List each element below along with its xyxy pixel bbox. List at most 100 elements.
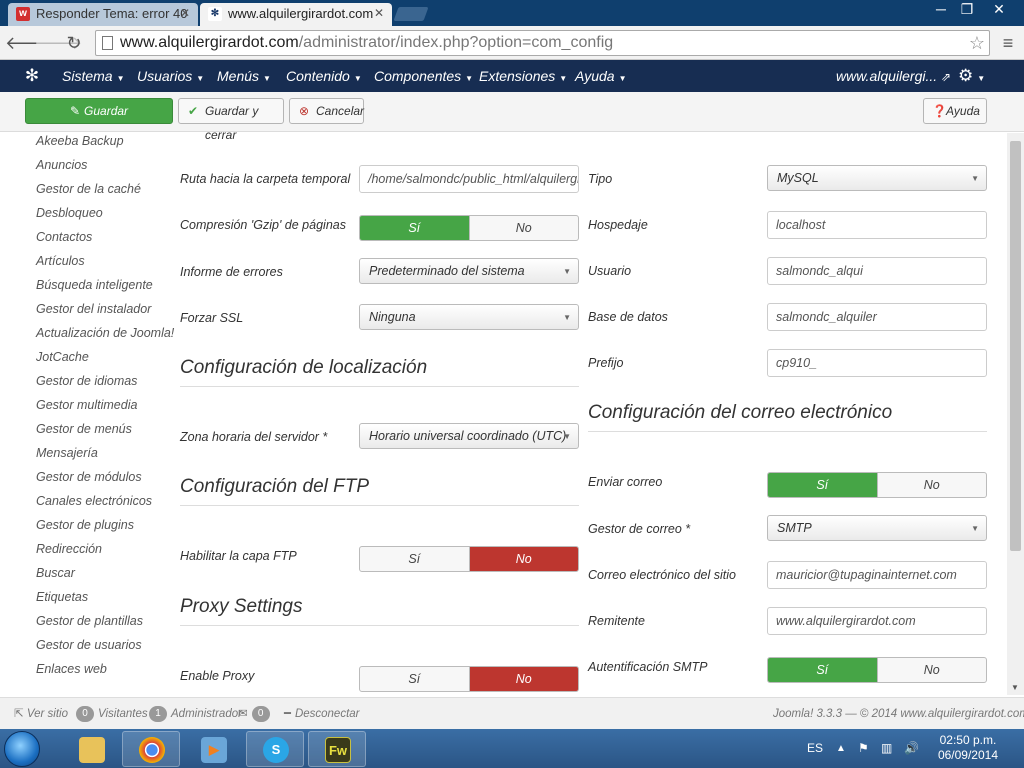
close-window-icon[interactable]: ✕: [984, 0, 1014, 20]
sidebar-item-plugins[interactable]: Gestor de plugins: [36, 517, 176, 541]
mailer-select[interactable]: SMTP ▼: [767, 515, 987, 541]
sidebar-item-modulos[interactable]: Gestor de módulos: [36, 469, 176, 493]
minimize-icon[interactable]: ─: [928, 0, 954, 20]
menu-sistema[interactable]: Sistema ▼: [62, 60, 125, 92]
menu-contenido[interactable]: Contenido ▼: [286, 60, 362, 92]
sidebar-item-contactos[interactable]: Contactos: [36, 229, 176, 253]
save-button[interactable]: ✎ Guardar: [25, 98, 173, 124]
taskbar-media-player[interactable]: ▶: [184, 731, 242, 767]
view-site-link[interactable]: www.alquilergi... ⇗: [836, 60, 951, 92]
temp-path-input[interactable]: /home/salmondc/public_html/alquilergirar…: [359, 165, 579, 193]
menu-ayuda[interactable]: Ayuda ▼: [575, 60, 627, 92]
sidebar-item-instalador[interactable]: Gestor del instalador: [36, 301, 176, 325]
sidebar-item-buscar[interactable]: Buscar: [36, 565, 176, 589]
help-label: Ayuda: [946, 104, 980, 118]
network-icon[interactable]: ▥: [881, 729, 892, 768]
db-prefix-input[interactable]: cp910_: [767, 349, 987, 377]
sidebar-item-anuncios[interactable]: Anuncios: [36, 157, 176, 181]
reload-icon[interactable]: ↻: [62, 31, 86, 55]
gzip-label: Compresión 'Gzip' de páginas: [180, 218, 346, 232]
sidebar-item-menus[interactable]: Gestor de menús: [36, 421, 176, 445]
share-icon: ⇱: [14, 708, 24, 720]
db-type-select[interactable]: MySQL ▼: [767, 165, 987, 191]
system-clock[interactable]: 02:50 p.m. 06/09/2014: [938, 733, 998, 763]
proxy-no-option[interactable]: No: [469, 667, 578, 691]
sidebar-item-usuarios[interactable]: Gestor de usuarios: [36, 637, 176, 661]
scrollbar-thumb[interactable]: [1010, 141, 1021, 551]
close-tab-icon[interactable]: ✕: [374, 3, 384, 24]
sidebar-item-redireccion[interactable]: Redirección: [36, 541, 176, 565]
force-ssl-select[interactable]: Ninguna ▼: [359, 304, 579, 330]
sidebar-item-enlaces-web[interactable]: Enlaces web: [36, 661, 176, 685]
page-scrollbar[interactable]: ▼: [1007, 133, 1024, 695]
gzip-yes-option[interactable]: Sí: [360, 216, 470, 240]
browser-menu-icon[interactable]: ≡: [998, 31, 1018, 55]
joomla-favicon-icon: ✻: [208, 7, 222, 21]
action-center-flag-icon[interactable]: ⚑: [858, 729, 869, 768]
smtp-auth-no-option[interactable]: No: [878, 658, 987, 682]
menu-extensiones[interactable]: Extensiones ▼: [479, 60, 567, 92]
sidebar-item-akeeba-backup[interactable]: Akeeba Backup: [36, 133, 176, 157]
joomla-logo-icon[interactable]: ✻: [22, 66, 42, 86]
back-arrow-icon[interactable]: 🡐: [5, 31, 53, 55]
gzip-no-option[interactable]: No: [470, 216, 579, 240]
bookmark-star-icon[interactable]: ☆: [969, 31, 985, 55]
timezone-select[interactable]: Horario universal coordinado (UTC) ▼: [359, 423, 579, 449]
taskbar-skype[interactable]: S: [246, 731, 304, 767]
proxy-yes-option[interactable]: Sí: [360, 667, 470, 691]
show-hidden-icons-icon[interactable]: ▲: [836, 729, 846, 768]
menu-label: Contenido: [286, 68, 350, 84]
sidebar-item-idiomas[interactable]: Gestor de idiomas: [36, 373, 176, 397]
db-type-label: Tipo: [588, 172, 613, 186]
taskbar-file-explorer[interactable]: [62, 731, 120, 767]
menu-menus[interactable]: Menús ▼: [217, 60, 271, 92]
new-tab-button[interactable]: [393, 7, 429, 21]
sidebar-item-cache[interactable]: Gestor de la caché: [36, 181, 176, 205]
sidebar-item-etiquetas[interactable]: Etiquetas: [36, 589, 176, 613]
error-reporting-select[interactable]: Predeterminado del sistema ▼: [359, 258, 579, 284]
send-mail-no-option[interactable]: No: [878, 473, 987, 497]
ftp-yes-option[interactable]: Sí: [360, 547, 470, 571]
restore-icon[interactable]: ❐: [954, 0, 980, 20]
messages-status[interactable]: ✉ 0: [238, 698, 274, 730]
taskbar-fireworks[interactable]: Fw: [308, 731, 366, 767]
language-indicator[interactable]: ES: [807, 729, 823, 768]
sidebar-item-busqueda-inteligente[interactable]: Búsqueda inteligente: [36, 277, 176, 301]
send-mail-yes-option[interactable]: Sí: [768, 473, 878, 497]
sidebar-item-actualizacion[interactable]: Actualización de Joomla!: [36, 325, 176, 349]
sidebar-item-jotcache[interactable]: JotCache: [36, 349, 176, 373]
menu-componentes[interactable]: Componentes ▼: [374, 60, 473, 92]
view-site-link[interactable]: ⇱ Ver sitio: [14, 698, 68, 730]
close-tab-icon[interactable]: ✕: [180, 3, 190, 24]
settings-menu[interactable]: ⚙ ▼: [958, 60, 985, 92]
forward-arrow-icon[interactable]: 🡒: [34, 31, 82, 55]
save-close-button[interactable]: ✔ Guardar y cerrar: [178, 98, 284, 142]
sidebar-item-desbloqueo[interactable]: Desbloqueo: [36, 205, 176, 229]
sidebar-item-plantillas[interactable]: Gestor de plantillas: [36, 613, 176, 637]
volume-icon[interactable]: 🔊: [904, 729, 919, 768]
menu-usuarios[interactable]: Usuarios ▼: [137, 60, 204, 92]
sidebar-item-canales[interactable]: Canales electrónicos: [36, 493, 176, 517]
help-button[interactable]: ❓ Ayuda: [923, 98, 987, 124]
taskbar-chrome[interactable]: [122, 731, 180, 767]
ftp-no-option[interactable]: No: [469, 547, 578, 571]
cancel-button[interactable]: ⊗ Cancelar: [289, 98, 364, 124]
address-bar[interactable]: www.alquilergirardot.com/administrator/i…: [95, 30, 990, 56]
admin-statusbar: ⇱ Ver sitio 0 Visitantes 1 Administrador ✉…: [0, 697, 1024, 729]
db-user-input[interactable]: salmondc_alqui: [767, 257, 987, 285]
from-name-input[interactable]: www.alquilergirardot.com: [767, 607, 987, 635]
browser-tab-forum[interactable]: w Responder Tema: error 40 ✕: [8, 3, 198, 26]
smtp-auth-yes-option[interactable]: Sí: [768, 658, 878, 682]
start-button[interactable]: [4, 731, 40, 767]
menu-label: Usuarios: [137, 68, 193, 84]
db-host-input[interactable]: localhost: [767, 211, 987, 239]
sidebar-item-multimedia[interactable]: Gestor multimedia: [36, 397, 176, 421]
sidebar-item-mensajeria[interactable]: Mensajería: [36, 445, 176, 469]
browser-tab-admin[interactable]: ✻ www.alquilergirardot.com ✕: [200, 3, 392, 26]
site-email-input[interactable]: mauricior@tupaginainternet.com: [767, 561, 987, 589]
db-name-input[interactable]: salmondc_alquiler: [767, 303, 987, 331]
logout-link[interactable]: ━ Desconectar: [284, 698, 360, 730]
sidebar-item-articulos[interactable]: Artículos: [36, 253, 176, 277]
scroll-down-arrow-icon[interactable]: ▼: [1011, 683, 1019, 692]
mail-section-title: Configuración del correo electrónico: [588, 402, 893, 423]
